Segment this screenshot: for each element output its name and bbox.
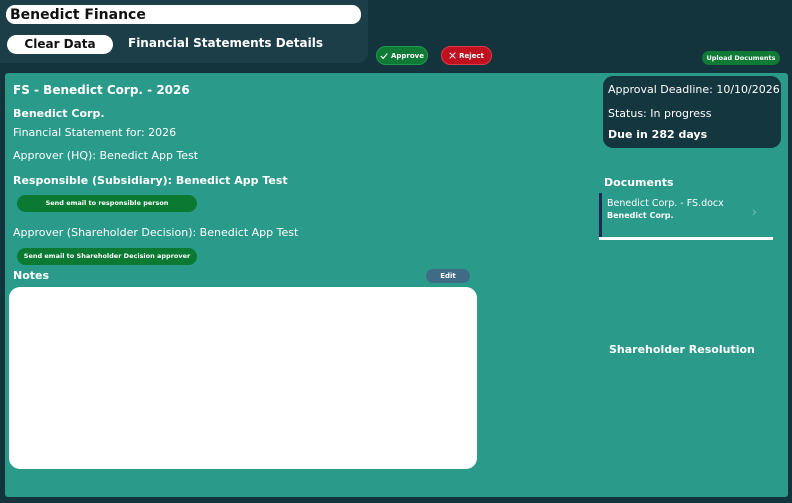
due-text: Due in 282 days (608, 128, 708, 141)
statement-year: Financial Statement for: 2026 (13, 126, 177, 139)
approver-hq: Approver (HQ): Benedict App Test (13, 149, 199, 162)
approver-shareholder: Approver (Shareholder Decision): Benedic… (13, 226, 299, 239)
document-company: Benedict Corp. (607, 211, 674, 220)
send-email-responsible-button[interactable]: Send email to responsible person (17, 195, 197, 212)
shareholder-resolution-label: Shareholder Resolution (609, 343, 755, 356)
documents-label: Documents (604, 176, 674, 189)
checkmark-icon (380, 52, 388, 59)
send-email-shareholder-button[interactable]: Send email to Shareholder Decision appro… (17, 248, 197, 265)
clear-data-button[interactable]: Clear Data (7, 35, 113, 54)
reject-button[interactable]: Reject (441, 46, 492, 65)
company-name: Benedict Corp. (13, 107, 105, 120)
page-title: Financial Statements Details (128, 36, 324, 50)
status-card: Approval Deadline: 10/10/2026 Status: In… (603, 76, 781, 148)
document-selected-indicator (599, 237, 773, 240)
responsible-subsidiary: Responsible (Subsidiary): Benedict App T… (13, 174, 288, 187)
notes-textarea[interactable] (9, 287, 477, 469)
reject-label: Reject (459, 51, 484, 60)
statement-title: FS - Benedict Corp. - 2026 (13, 83, 190, 97)
approve-label: Approve (390, 51, 424, 60)
header-panel: Benedict Finance Clear Data Financial St… (0, 0, 368, 63)
app-title-field[interactable]: Benedict Finance (6, 5, 361, 24)
status-text: Status: In progress (608, 107, 712, 120)
edit-notes-button[interactable]: Edit (426, 269, 470, 283)
approval-deadline: Approval Deadline: 10/10/2026 (608, 83, 780, 96)
upload-documents-button[interactable]: Upload Documents (702, 51, 780, 65)
document-name: Benedict Corp. - FS.docx (607, 198, 724, 209)
close-icon (449, 52, 456, 59)
chevron-right-icon: › (752, 205, 757, 219)
details-panel: FS - Benedict Corp. - 2026 Benedict Corp… (5, 73, 788, 497)
document-item[interactable]: Benedict Corp. - FS.docx Benedict Corp. … (599, 193, 773, 237)
notes-label: Notes (13, 269, 50, 282)
approve-button[interactable]: Approve (376, 46, 428, 65)
